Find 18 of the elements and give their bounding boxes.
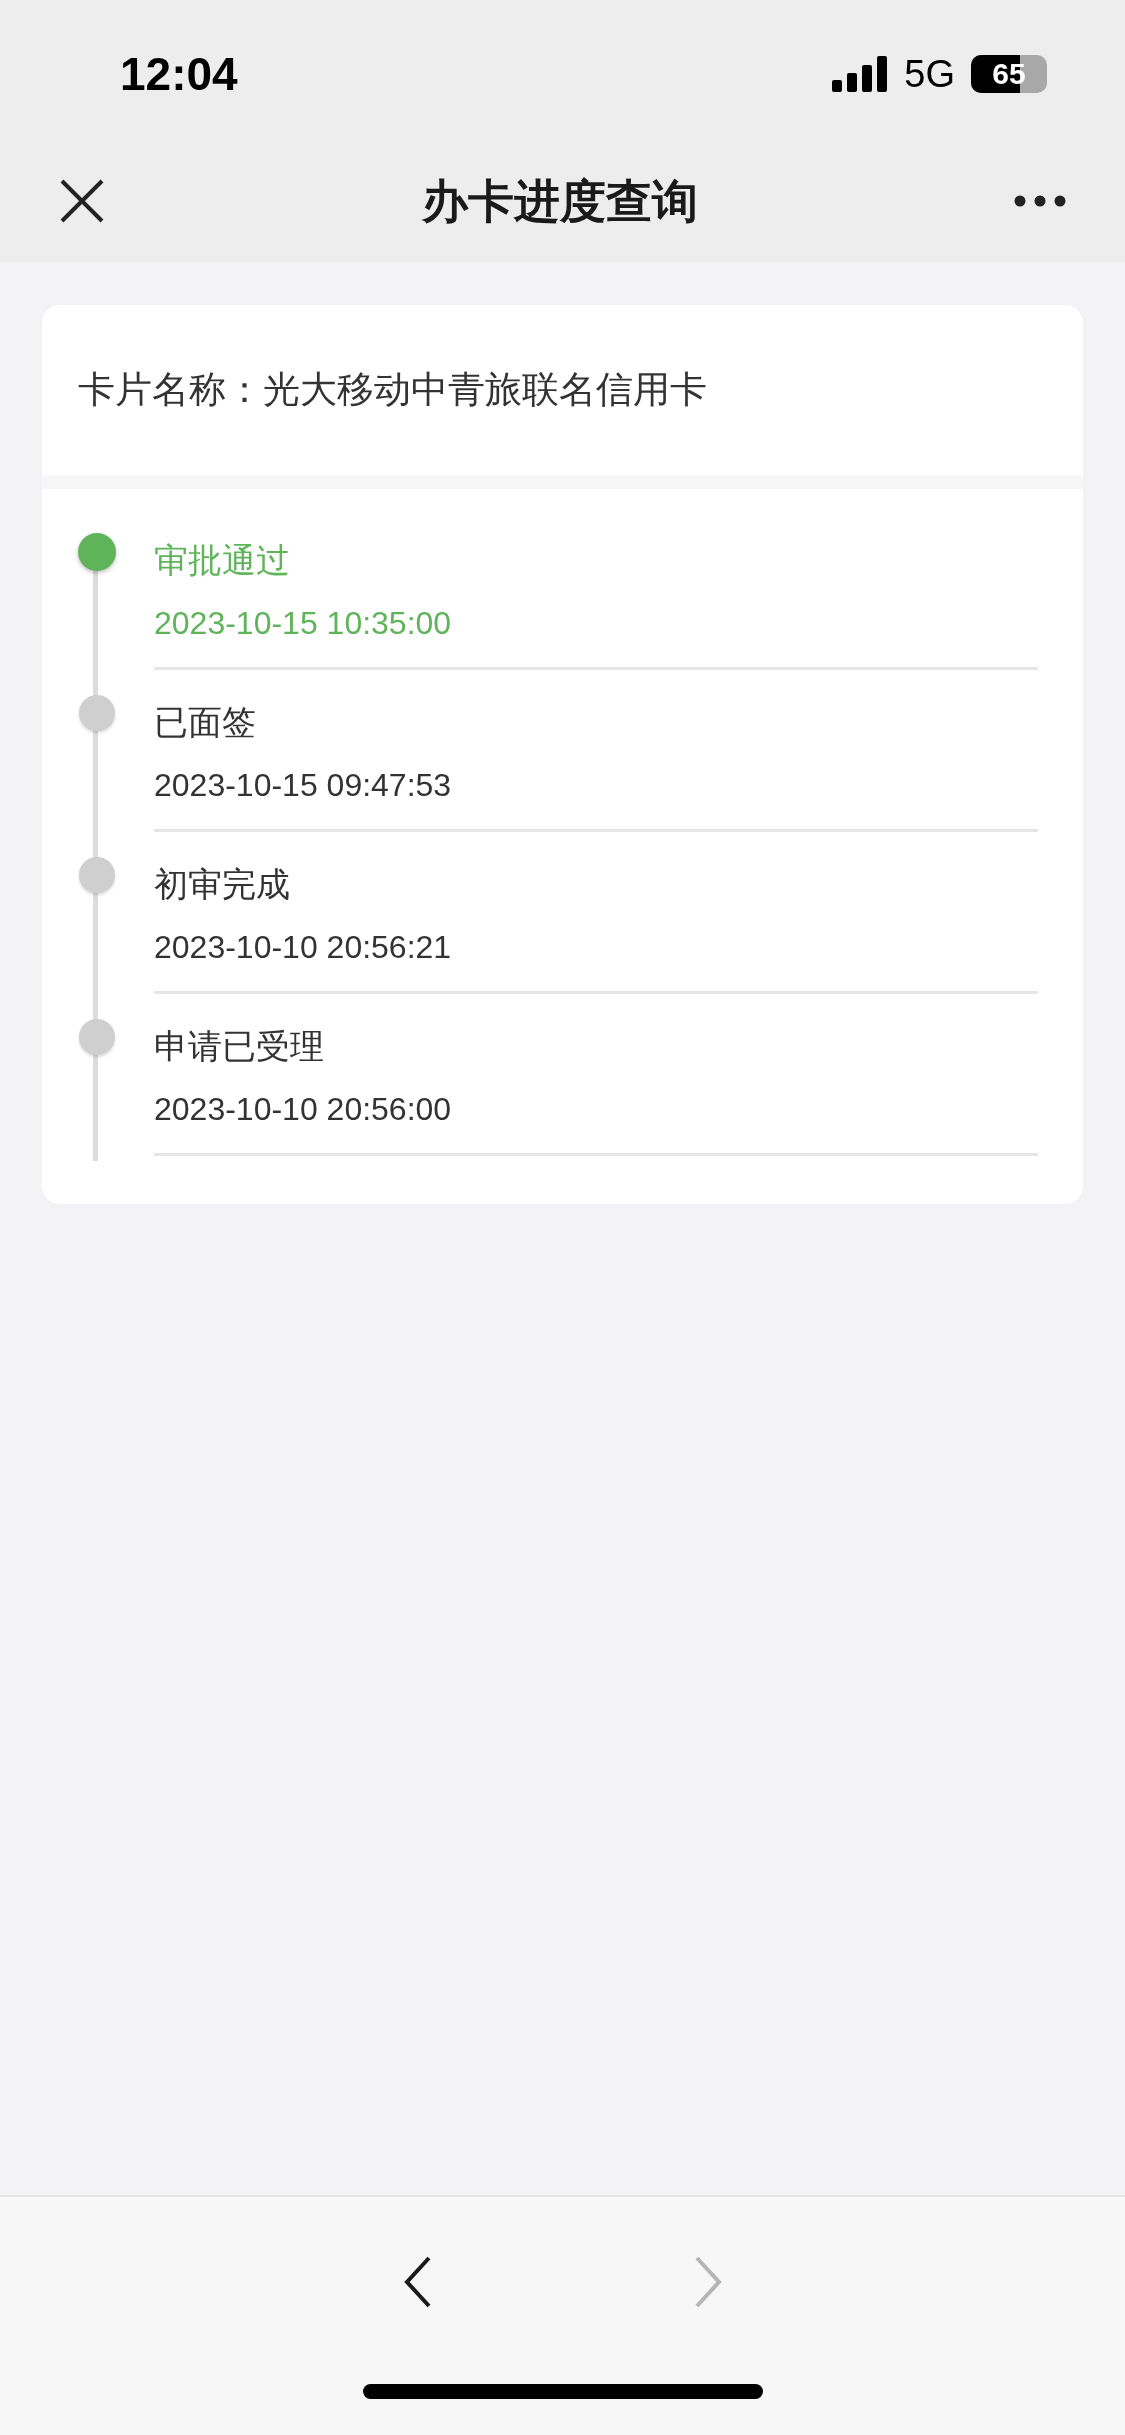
close-icon (60, 179, 104, 223)
step-time: 2023-10-10 20:56:21 (154, 931, 452, 963)
step-title: 已面签 (154, 705, 256, 739)
more-icon (1014, 195, 1066, 207)
step-time: 2023-10-15 09:47:53 (154, 769, 452, 801)
network-label: 5G (904, 51, 955, 97)
step-title: 申请已受理 (154, 1029, 324, 1063)
page-title: 办卡进度查询 (421, 173, 698, 229)
step-time: 2023-10-10 20:56:00 (154, 1093, 452, 1125)
forward-icon (693, 2256, 722, 2308)
back-icon (403, 2256, 432, 2308)
step-time: 2023-10-15 10:35:00 (154, 607, 452, 639)
status-time: 12:04 (120, 46, 238, 102)
close-button[interactable] (58, 177, 106, 225)
step-title: 审批通过 (154, 543, 290, 577)
card-name: 卡片名称：光大移动中青旅联名信用卡 (78, 368, 707, 413)
step-title: 初审完成 (154, 867, 290, 901)
signal-icon (832, 56, 889, 92)
